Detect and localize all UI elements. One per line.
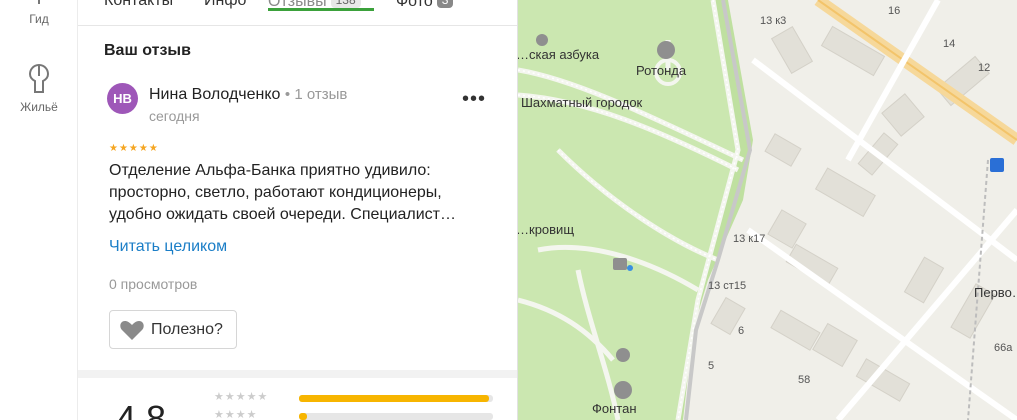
map-label-rotonda[interactable]: Ротонда <box>636 63 686 78</box>
author-review-count: 1 отзыв <box>294 86 348 103</box>
map-label-fountain[interactable]: Фонтан <box>592 401 637 416</box>
rail-item-guide-label: Гид <box>29 12 49 26</box>
tab-bar: Контакты Инфо Отзывы 138 Фото 3 <box>78 0 517 26</box>
map-label-house: 66а <box>994 342 1013 354</box>
tab-photos-label: Фото <box>396 0 433 10</box>
guide-icon <box>38 0 40 4</box>
useful-button[interactable]: Полезно? <box>109 310 237 349</box>
business-panel: Контакты Инфо Отзывы 138 Фото 3 Ваш отзыв … <box>78 0 518 420</box>
left-rail: Гид Жильё <box>0 0 78 420</box>
tab-photos[interactable]: Фото 3 <box>396 0 454 11</box>
section-divider <box>78 370 517 378</box>
rating-row-stars: ★★★★★ <box>214 391 269 403</box>
rating-row-bar <box>299 395 493 402</box>
your-review-title: Ваш отзыв <box>104 42 191 59</box>
active-tab-indicator <box>268 8 374 11</box>
tab-info-label: Инфо <box>204 0 247 9</box>
author-name[interactable]: Нина Володченко <box>149 86 280 103</box>
views-count: 0 просмотров <box>109 276 198 292</box>
avatar[interactable]: НВ <box>107 83 138 114</box>
map-label-house: 58 <box>798 374 811 386</box>
rating-row-stars: ★★★★ <box>214 409 258 420</box>
review-stars: ★★★★★ <box>109 143 159 154</box>
reviews-count-badge: 138 <box>330 0 361 8</box>
app-window: Гид Жильё Контакты Инфо Отзывы 138 Фото 3 <box>0 0 1017 420</box>
map-label-treasure[interactable]: …кровищ <box>518 222 574 237</box>
tab-info[interactable]: Инфо <box>204 0 246 10</box>
photos-count-badge: 3 <box>436 0 454 8</box>
review-line: просторно, светло, работают кондиционеры… <box>109 184 442 201</box>
author-review-count-sep: • <box>284 86 295 103</box>
overall-rating: 4.8 <box>116 398 167 420</box>
map-view[interactable]: …ская азбука Ротонда Шахматный городок …… <box>518 0 1017 420</box>
review-date: сегодня <box>149 108 200 124</box>
map-label-house: 6 <box>738 325 745 337</box>
useful-label: Полезно? <box>151 320 223 338</box>
map-label-house: 16 <box>888 5 901 17</box>
rating-row-fill <box>299 395 490 402</box>
rail-item-housing[interactable]: Жильё <box>0 62 78 114</box>
map-label-house: 13 к3 <box>760 15 787 27</box>
read-more-link[interactable]: Читать целиком <box>109 238 227 256</box>
heart-icon <box>120 320 144 340</box>
map-label-house: 5 <box>708 360 715 372</box>
rail-item-guide[interactable]: Гид <box>0 0 78 26</box>
map-label-house: 14 <box>943 38 956 50</box>
tab-contacts-label: Контакты <box>104 0 174 9</box>
rating-row-bar <box>299 413 493 420</box>
map-label-house: 12 <box>978 62 991 74</box>
review-text: Отделение Альфа-Банка приятно удивило: п… <box>109 160 499 226</box>
rail-item-housing-label: Жильё <box>20 100 58 114</box>
rating-row-fill <box>299 413 307 420</box>
map-label-chess[interactable]: Шахматный городок <box>521 95 642 110</box>
tab-contacts[interactable]: Контакты <box>104 0 173 10</box>
map-canvas <box>518 0 1017 420</box>
housing-icon <box>28 63 50 93</box>
review-author[interactable]: Нина Володченко • 1 отзыв <box>149 86 347 104</box>
map-label-azbuka[interactable]: …ская азбука <box>518 47 599 62</box>
review-line: Отделение Альфа-Банка приятно удивило: <box>109 162 431 179</box>
map-label-house: 13 ст15 <box>708 280 747 292</box>
more-options-icon[interactable]: ••• <box>462 88 486 111</box>
map-label-pervo: Перво… <box>974 285 1017 300</box>
review-line: удобно ожидать своей очереди. Специалист… <box>109 206 457 223</box>
map-label-house: 13 к17 <box>733 233 766 245</box>
